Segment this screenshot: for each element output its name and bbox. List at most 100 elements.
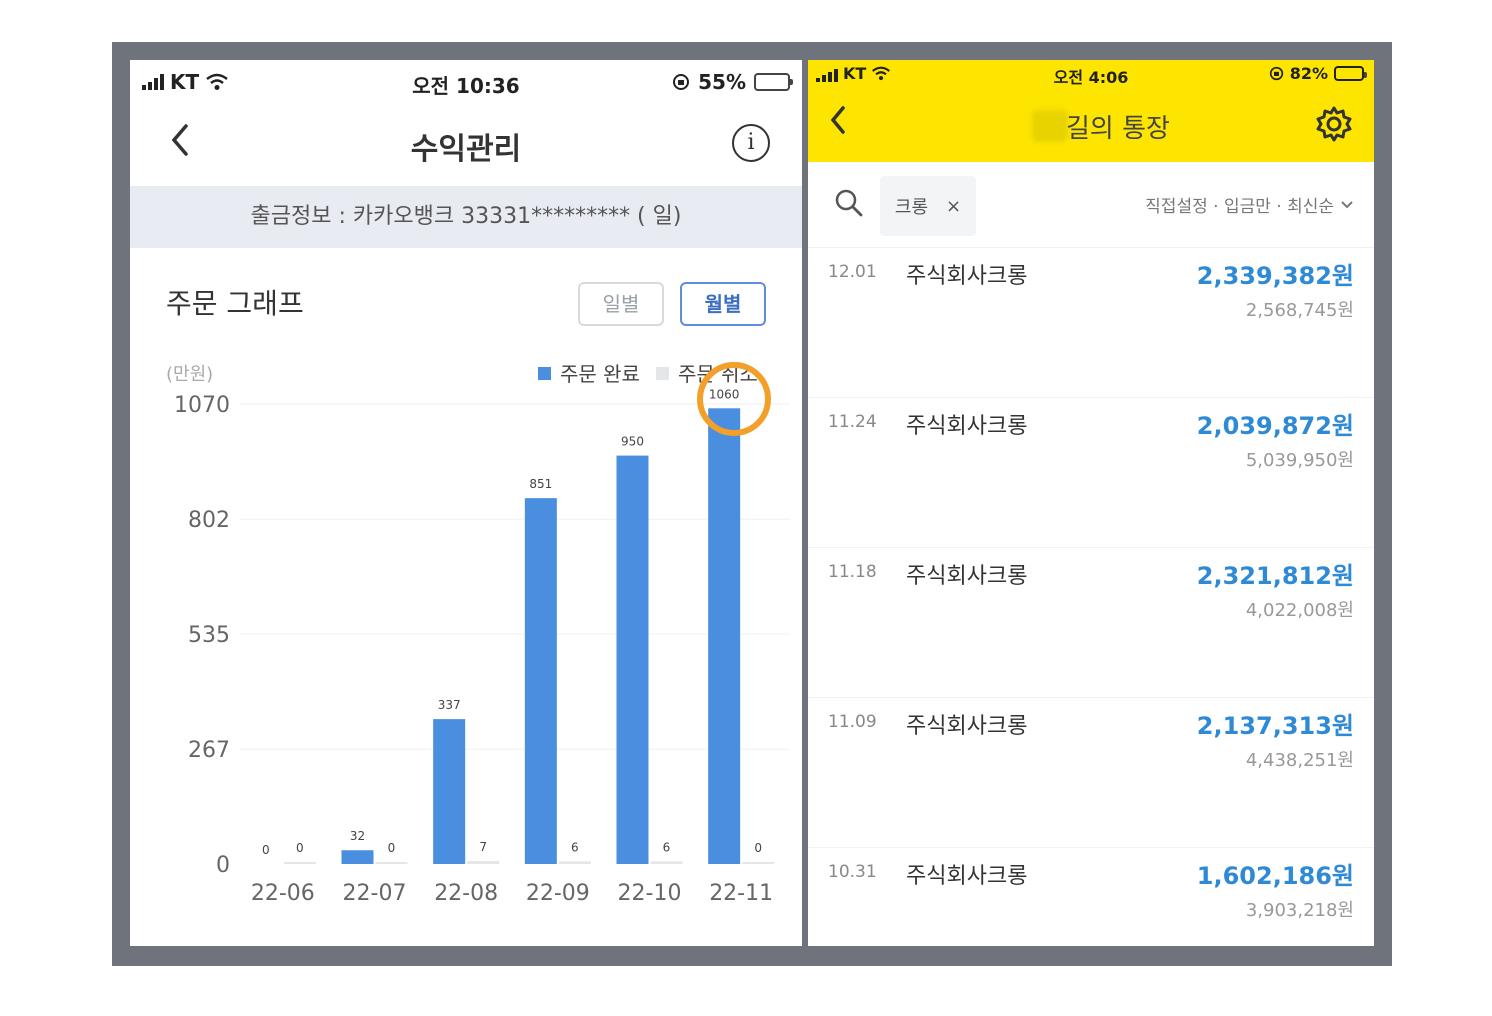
bar-cancelled: [558, 861, 591, 864]
settings-button[interactable]: [1314, 104, 1354, 144]
page-title: 수익관리: [410, 132, 522, 167]
bar-completed: [616, 455, 649, 864]
bar-cancelled: [650, 861, 683, 864]
x-tick-label: 22-08: [434, 881, 498, 906]
bar-value-label-completed: 0: [262, 843, 270, 857]
battery-group: 82%: [1269, 64, 1367, 83]
search-filter-bar: 크롱 × 직접설정 · 입금만 · 최신순: [808, 162, 1374, 248]
transaction-amount: 2,339,382원: [1196, 262, 1354, 290]
filter-label: 직접설정 · 입금만 · 최신순: [1145, 197, 1334, 217]
x-tick-label: 22-06: [251, 881, 315, 906]
transaction-name: 주식회사크롱: [906, 264, 1028, 289]
search-button[interactable]: [834, 188, 864, 218]
highlight-circle: [697, 362, 771, 436]
chevron-left-icon: [830, 106, 845, 134]
transaction-date: 11.09: [828, 712, 877, 732]
y-tick-label: 802: [188, 508, 230, 533]
transaction-date: 11.18: [828, 562, 877, 582]
battery-percent: 82%: [1289, 64, 1328, 83]
transaction-row[interactable]: 12.01 주식회사크롱 2,339,382원 2,568,745원: [808, 248, 1374, 398]
x-tick-label: 22-11: [709, 881, 773, 906]
bar-completed: [341, 850, 374, 864]
transaction-name: 주식회사크롱: [906, 864, 1028, 889]
order-bar-chart: (만원)02675358021070주문 완료 주문 취소0 022-0632022…: [166, 362, 790, 906]
account-title: 길의 통장: [1066, 114, 1170, 144]
transaction-balance: 2,568,745원: [1245, 300, 1354, 321]
battery-group: 55%: [672, 70, 793, 94]
transaction-list: 12.01 주식회사크롱 2,339,382원 2,568,745원 11.24…: [808, 248, 1374, 946]
transaction-name: 주식회사크롱: [906, 414, 1028, 439]
transaction-row[interactable]: 11.24 주식회사크롱 2,039,872원 5,039,950원: [808, 398, 1374, 548]
chip-close-icon[interactable]: ×: [946, 196, 961, 217]
transaction-row[interactable]: 10.31 주식회사크롱 1,602,186원 3,903,218원: [808, 848, 1374, 946]
transaction-amount: 2,039,872원: [1196, 412, 1354, 440]
bar-value-label-completed: 851: [529, 477, 552, 491]
bar-value-label-cancelled: 0: [754, 841, 762, 855]
bar-value-label-cancelled: 6: [571, 840, 579, 854]
y-tick-label: 1070: [174, 393, 230, 418]
bar-value-label-cancelled: 0: [388, 841, 396, 855]
chevron-down-icon: [1341, 200, 1353, 208]
transaction-date: 12.01: [828, 262, 877, 282]
transaction-balance: 4,438,251원: [1245, 750, 1354, 771]
battery-icon: [1334, 66, 1367, 81]
y-tick-label: 267: [188, 738, 230, 763]
bar-value-label-completed: 950: [621, 435, 644, 449]
legend-swatch-completed: [538, 367, 551, 380]
y-tick-label: 0: [216, 853, 230, 878]
status-bar: KT 오전 10:36 55%: [130, 60, 802, 104]
transaction-balance: 3,903,218원: [1245, 900, 1354, 921]
y-tick-label: 535: [188, 623, 230, 648]
transaction-date: 11.24: [828, 412, 877, 432]
search-keyword-chip[interactable]: 크롱 ×: [880, 176, 976, 236]
info-icon: i: [747, 130, 755, 155]
chip-label: 크롱: [894, 197, 929, 218]
back-button[interactable]: [828, 102, 848, 149]
legend-swatch-cancelled: [656, 367, 669, 380]
transaction-amount: 2,321,812원: [1196, 562, 1354, 590]
gear-icon: [1316, 106, 1352, 142]
bar-value-label-completed: 337: [438, 698, 461, 712]
daily-toggle-button[interactable]: 일별: [578, 282, 664, 326]
battery-icon: [754, 73, 793, 91]
bar-cancelled: [375, 862, 408, 864]
transaction-name: 주식회사크롱: [906, 714, 1028, 739]
info-button[interactable]: i: [732, 124, 770, 162]
search-icon: [835, 189, 863, 217]
monthly-toggle-button[interactable]: 월별: [680, 282, 766, 326]
bar-value-label-completed: 32: [350, 829, 365, 843]
order-chart: (만원) 0 267 535 802 1070 주문 완료 주문 취소 0 0 22-06 32 0 22…: [130, 350, 802, 920]
status-bar: KT 오전 4:06 82%: [808, 60, 1374, 90]
x-tick-label: 22-09: [526, 881, 590, 906]
bar-value-label-cancelled: 7: [479, 840, 487, 854]
transaction-balance: 5,039,950원: [1245, 450, 1354, 471]
x-tick-label: 22-07: [343, 881, 407, 906]
orientation-lock-icon: [673, 74, 690, 90]
transaction-name: 주식회사크롱: [906, 564, 1028, 589]
x-tick-label: 22-10: [618, 881, 682, 906]
bar-cancelled: [467, 860, 500, 864]
transaction-row[interactable]: 11.09 주식회사크롱 2,137,313원 4,438,251원: [808, 698, 1374, 848]
transaction-date: 10.31: [828, 862, 877, 882]
orientation-lock-icon: [1269, 66, 1283, 81]
y-axis-unit-label: (만원): [166, 364, 213, 385]
legend-label-completed: 주문 완료: [560, 362, 640, 386]
payout-info-bar: 출금정보 : 카카오뱅크 33331********* ( 일): [130, 186, 802, 248]
bar-cancelled: [283, 862, 316, 864]
bar-completed: [524, 498, 557, 864]
filter-dropdown[interactable]: 직접설정 · 입금만 · 최신순: [1145, 192, 1354, 217]
bar-completed: [708, 408, 741, 864]
chart-title: 주문 그래프: [166, 287, 304, 320]
app-header: 수익관리 i: [130, 110, 802, 182]
transaction-balance: 4,022,008원: [1245, 600, 1354, 621]
transaction-amount: 2,137,313원: [1196, 712, 1354, 740]
transaction-amount: 1,602,186원: [1196, 862, 1354, 890]
bar-value-label-cancelled: 6: [663, 840, 671, 854]
bar-cancelled: [742, 862, 775, 864]
transaction-row[interactable]: 11.18 주식회사크롱 2,321,812원 4,022,008원: [808, 548, 1374, 698]
bar-value-label-cancelled: 0: [296, 841, 304, 855]
bank-account-screen: KT 오전 4:06 82% 길의 통장 크롱 × 직접설정 · 입금만 · 최…: [808, 60, 1374, 946]
bar-completed: [433, 719, 466, 864]
redacted-name: [1032, 110, 1068, 142]
battery-percent: 55%: [698, 70, 746, 94]
